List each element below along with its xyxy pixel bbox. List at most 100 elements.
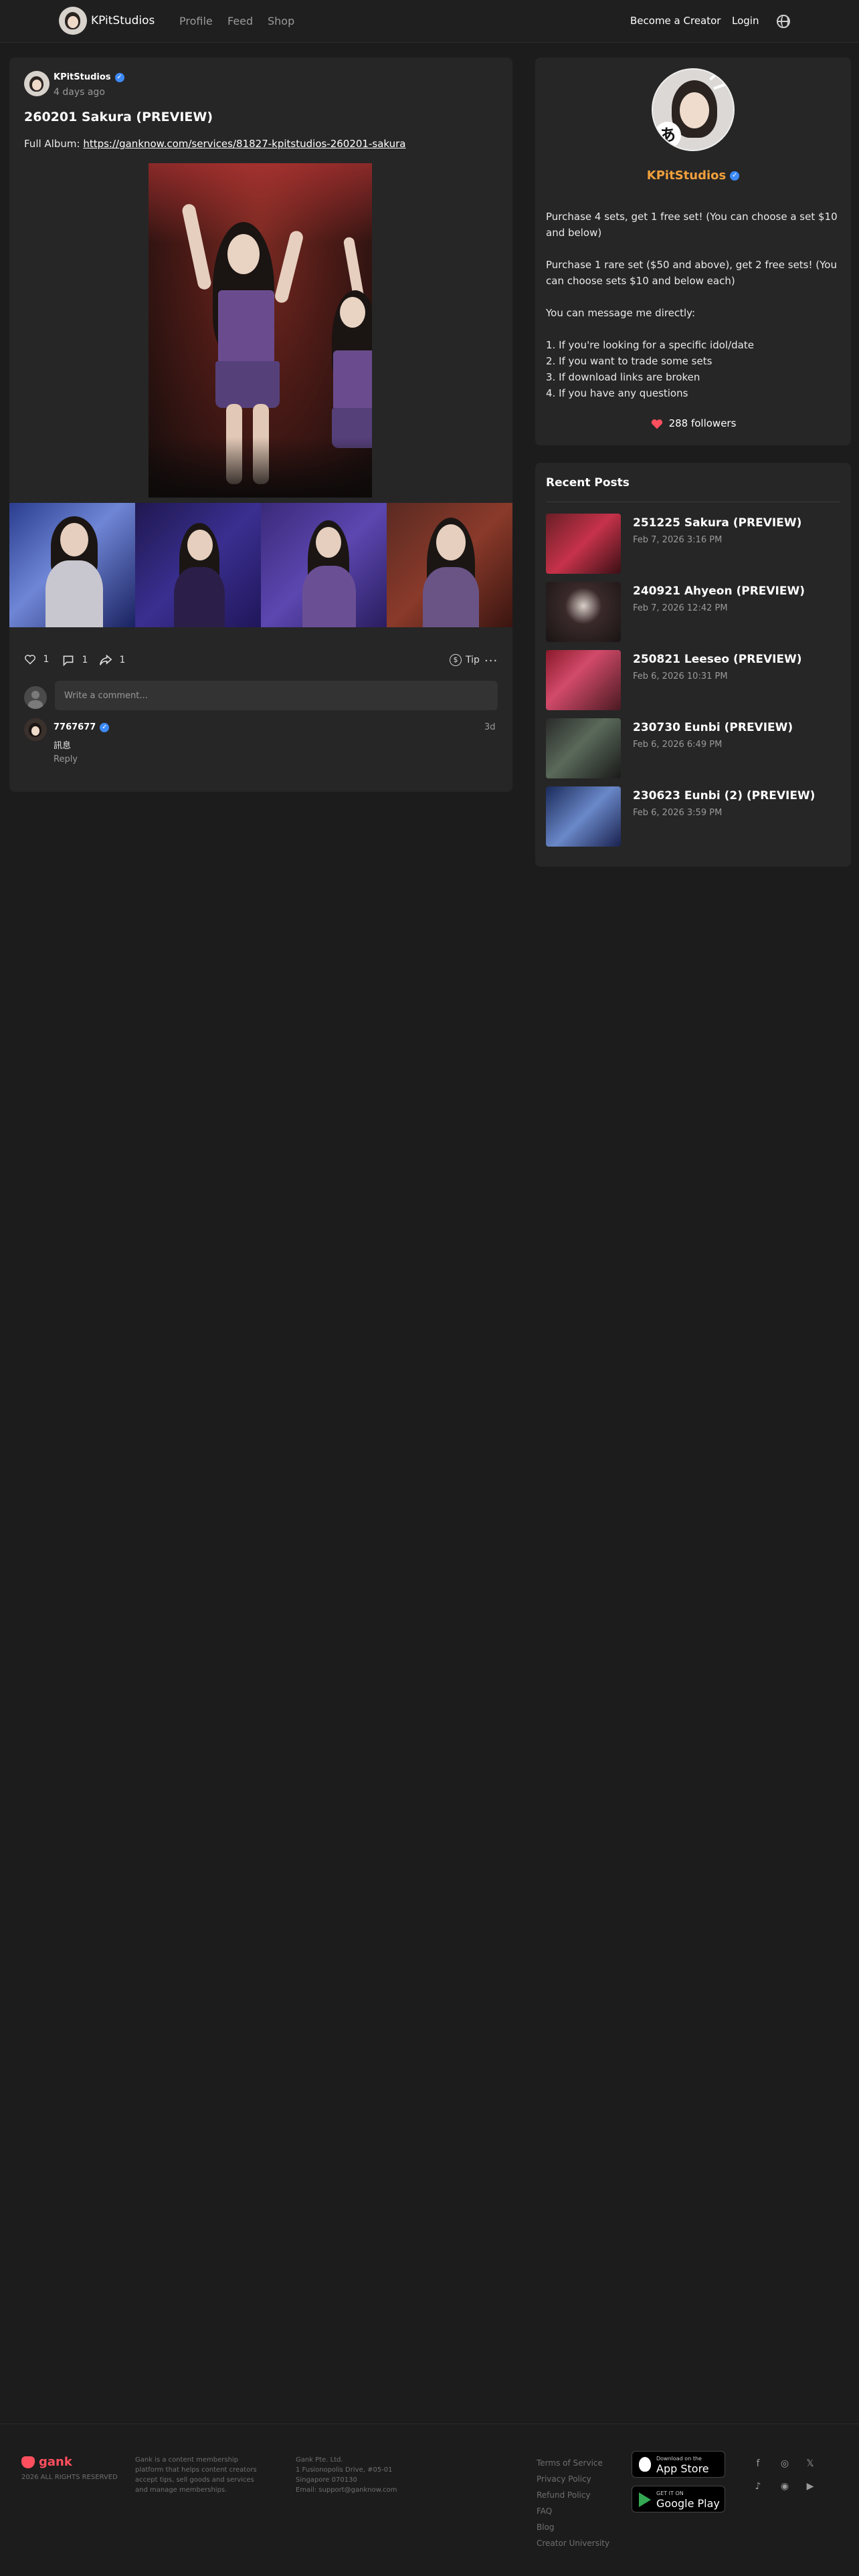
footer-links: Terms of Service Privacy Policy Refund P… (537, 2455, 609, 2551)
verified-icon: ✓ (100, 722, 110, 732)
app-store-button[interactable]: Download on the App Store (632, 2451, 725, 2478)
footer-rights: 2026 ALL RIGHTS RESERVED (21, 2474, 118, 2481)
google-play-button[interactable]: GET IT ON Google Play (632, 2486, 725, 2512)
apple-icon (639, 2457, 651, 2472)
tip-dollar-icon: $ (450, 654, 462, 666)
nav-profile[interactable]: Profile (179, 15, 213, 27)
commenter-avatar[interactable] (24, 718, 47, 741)
thumbnail-3[interactable] (261, 503, 387, 627)
share-count: 1 (119, 655, 126, 665)
recent-post-thumbnail (546, 718, 621, 778)
share-icon (100, 654, 112, 665)
creator-avatar[interactable]: あ (652, 68, 735, 151)
thumbnail-4[interactable] (387, 503, 512, 627)
bio-list-item: 1. If you're looking for a specific idol… (546, 339, 754, 351)
recent-post-date: Feb 6, 2026 10:31 PM (633, 671, 728, 681)
footer-link-blog[interactable]: Blog (537, 2519, 609, 2535)
album-link[interactable]: https://ganknow.com/services/81827-kpits… (83, 138, 405, 150)
creator-bio: Purchase 4 sets, get 1 free set! (You ca… (546, 209, 844, 401)
recent-post-item[interactable]: 230623 Eunbi (2) (PREVIEW) Feb 6, 2026 3… (546, 786, 840, 848)
recent-post-title: 250821 Leeseo (PREVIEW) (633, 653, 802, 666)
like-count: 1 (43, 654, 50, 665)
bio-list-item: 2. If you want to trade some sets (546, 355, 712, 367)
post-timestamp: 4 days ago (54, 87, 105, 98)
comment-input[interactable] (55, 681, 498, 710)
footer: gank 2026 ALL RIGHTS RESERVED Gank is a … (0, 2424, 859, 2576)
recent-post-date: Feb 6, 2026 6:49 PM (633, 740, 723, 750)
bio-paragraph: Purchase 4 sets, get 1 free set! (You ca… (546, 211, 838, 239)
discord-icon[interactable]: ◉ (779, 2480, 791, 2492)
become-creator-button[interactable]: Become a Creator (630, 15, 721, 27)
site-logo-avatar[interactable] (59, 7, 87, 35)
tip-button[interactable]: $ Tip (450, 654, 480, 666)
nav-feed[interactable]: Feed (227, 15, 253, 27)
footer-link-faq[interactable]: FAQ (537, 2503, 609, 2519)
thumbnail-1[interactable] (9, 503, 135, 627)
reply-button[interactable]: Reply (54, 754, 78, 764)
commenter-name[interactable]: 7767677 ✓ (54, 722, 110, 732)
bio-list-item: 4. If you have any questions (546, 387, 688, 399)
bio-list-item: 3. If download links are broken (546, 371, 700, 383)
heart-icon (25, 655, 35, 665)
recent-post-date: Feb 6, 2026 3:59 PM (633, 808, 723, 818)
instagram-icon[interactable]: ◎ (779, 2458, 791, 2470)
comment-button[interactable]: 1 (62, 654, 88, 666)
verified-icon: ✓ (114, 72, 124, 82)
thumbnail-2[interactable] (135, 503, 261, 627)
followers-count: 288 followers (668, 417, 737, 429)
followers-button[interactable]: 288 followers (535, 417, 851, 430)
recent-post-date: Feb 7, 2026 3:16 PM (633, 535, 723, 545)
footer-link-terms[interactable]: Terms of Service (537, 2455, 609, 2471)
comment-count: 1 (82, 655, 88, 665)
recent-post-title: 251225 Sakura (PREVIEW) (633, 516, 802, 530)
recent-post-item[interactable]: 230730 Eunbi (PREVIEW) Feb 6, 2026 6:49 … (546, 718, 840, 780)
recent-posts-title: Recent Posts (546, 476, 630, 490)
verified-icon: ✓ (730, 171, 740, 181)
google-play-icon (639, 2492, 651, 2507)
x-icon[interactable]: 𝕏 (804, 2458, 816, 2470)
comment-icon (63, 655, 74, 666)
post-author-name[interactable]: KPitStudios ✓ (54, 72, 124, 82)
language-globe-icon[interactable] (777, 15, 790, 28)
footer-company-info: Gank Pte. Ltd. 1 Fusionopolis Drive, #05… (296, 2456, 397, 2494)
recent-post-thumbnail (546, 650, 621, 710)
login-button[interactable]: Login (732, 15, 759, 27)
recent-post-title: 230623 Eunbi (2) (PREVIEW) (633, 789, 816, 802)
facebook-icon[interactable]: f (752, 2458, 764, 2470)
share-button[interactable]: 1 (99, 654, 125, 666)
recent-post-item[interactable]: 250821 Leeseo (PREVIEW) Feb 6, 2026 10:3… (546, 650, 840, 712)
heart-icon (651, 419, 662, 429)
like-button[interactable]: 1 (24, 654, 49, 665)
recent-post-thumbnail (546, 582, 621, 642)
footer-brand-logo[interactable]: gank (21, 2455, 72, 2469)
recent-post-thumbnail (546, 514, 621, 574)
top-navigation-bar: KPitStudios Profile Feed Shop Become a C… (0, 0, 859, 43)
post-main-image[interactable] (149, 163, 372, 498)
recent-posts-card: Recent Posts 251225 Sakura (PREVIEW) Feb… (535, 463, 851, 867)
avatar-badge: あ (654, 122, 681, 148)
recent-post-title: 240921 Ahyeon (PREVIEW) (633, 584, 805, 598)
recent-post-date: Feb 7, 2026 12:42 PM (633, 603, 728, 613)
recent-post-item[interactable]: 240921 Ahyeon (PREVIEW) Feb 7, 2026 12:4… (546, 582, 840, 643)
recent-post-title: 230730 Eunbi (PREVIEW) (633, 721, 793, 734)
tiktok-icon[interactable]: ♪ (752, 2480, 764, 2492)
site-name[interactable]: KPitStudios (91, 14, 155, 27)
creator-profile-card: あ KPitStudios ✓ Purchase 4 sets, get 1 fr… (535, 58, 851, 445)
recent-post-thumbnail (546, 786, 621, 847)
creator-name[interactable]: KPitStudios ✓ (535, 169, 851, 183)
album-line: Full Album: https://ganknow.com/services… (24, 138, 406, 150)
comment-time: 3d (484, 722, 496, 732)
footer-link-privacy[interactable]: Privacy Policy (537, 2471, 609, 2487)
footer-link-creator-university[interactable]: Creator University (537, 2535, 609, 2551)
post-image-thumbnails (9, 503, 512, 627)
author-avatar[interactable] (24, 71, 50, 96)
nav-shop[interactable]: Shop (268, 15, 294, 27)
recent-post-item[interactable]: 251225 Sakura (PREVIEW) Feb 7, 2026 3:16… (546, 514, 840, 575)
bio-paragraph: Purchase 1 rare set ($50 and above), get… (546, 259, 837, 287)
comment-text: 訊息 (54, 741, 72, 751)
footer-link-refund[interactable]: Refund Policy (537, 2487, 609, 2503)
post-title: 260201 Sakura (PREVIEW) (24, 110, 213, 124)
footer-about: Gank is a content membership platform th… (135, 2456, 257, 2494)
more-options-icon[interactable]: ··· (484, 654, 498, 668)
youtube-icon[interactable]: ▶ (804, 2480, 816, 2492)
